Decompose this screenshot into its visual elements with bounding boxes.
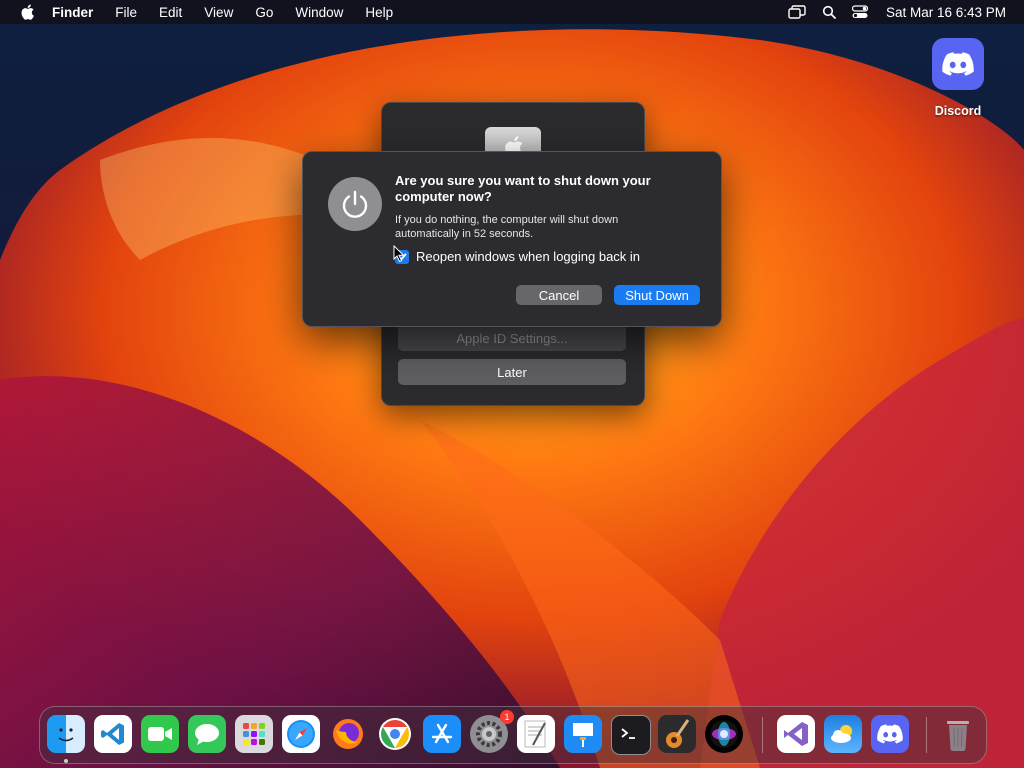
dock-system-settings-icon[interactable]: 1 — [470, 710, 514, 753]
menubar-clock[interactable]: Sat Mar 16 6:43 PM — [886, 5, 1006, 20]
menu-window[interactable]: Window — [295, 5, 343, 20]
finder-running-indicator — [64, 759, 68, 763]
alert-title: Are you sure you want to shut down your … — [395, 173, 651, 204]
menu-file[interactable]: File — [115, 5, 137, 20]
menu-go[interactable]: Go — [255, 5, 273, 20]
dock-vscode-icon[interactable] — [94, 715, 132, 753]
dock-separator — [926, 717, 927, 753]
screen-mirroring-icon[interactable] — [788, 5, 806, 19]
spotlight-search-icon[interactable] — [822, 5, 836, 19]
dock-discord-icon[interactable] — [871, 715, 909, 753]
power-icon — [328, 177, 382, 231]
desktop-icon-label: Discord — [934, 104, 982, 118]
shutdown-alert-dialog: Are you sure you want to shut down your … — [302, 151, 722, 327]
reopen-windows-label: Reopen windows when logging back in — [416, 249, 641, 264]
mouse-cursor-icon — [393, 245, 405, 263]
menu-help[interactable]: Help — [365, 5, 393, 20]
dock-firefox-icon[interactable] — [329, 715, 367, 753]
dock-garageband-icon[interactable] — [658, 715, 696, 753]
dock-safari-icon[interactable] — [282, 715, 320, 753]
dock-trash-icon[interactable] — [939, 715, 977, 753]
discord-icon — [932, 38, 984, 90]
later-button[interactable]: Later — [398, 359, 626, 385]
apple-menu-icon[interactable] — [18, 3, 36, 21]
dock-siri-icon[interactable] — [705, 715, 743, 753]
dock-app-store-icon[interactable] — [423, 715, 461, 753]
menu-view[interactable]: View — [204, 5, 233, 20]
dock-launchpad-icon[interactable] — [235, 715, 273, 753]
menu-app-name[interactable]: Finder — [52, 5, 93, 20]
cancel-button[interactable]: Cancel — [516, 285, 602, 305]
reopen-windows-option[interactable]: Reopen windows when logging back in — [395, 249, 640, 264]
alert-message: If you do nothing, the computer will shu… — [395, 214, 619, 240]
dock-chrome-icon[interactable] — [376, 715, 414, 753]
dock-separator — [762, 717, 763, 753]
dock-finder-icon[interactable] — [47, 715, 85, 753]
control-center-icon[interactable] — [851, 5, 868, 19]
dock: 1 — [39, 706, 987, 764]
dock-weather-icon[interactable] — [824, 715, 862, 753]
apple-id-settings-button[interactable]: Apple ID Settings... — [398, 325, 626, 351]
dock-textedit-icon[interactable] — [517, 715, 555, 753]
menu-bar: Finder File Edit View Go Window Help Sat… — [0, 0, 1024, 24]
shut-down-button[interactable]: Shut Down — [614, 285, 700, 305]
menu-edit[interactable]: Edit — [159, 5, 182, 20]
desktop-icon-discord[interactable]: Discord — [924, 38, 992, 118]
dock-messages-icon[interactable] — [188, 715, 226, 753]
system-settings-badge: 1 — [500, 710, 514, 724]
dock-keynote-icon[interactable] — [564, 715, 602, 753]
dock-facetime-icon[interactable] — [141, 715, 179, 753]
dock-visual-studio-icon[interactable] — [777, 715, 815, 753]
dock-terminal-icon[interactable] — [611, 715, 651, 755]
